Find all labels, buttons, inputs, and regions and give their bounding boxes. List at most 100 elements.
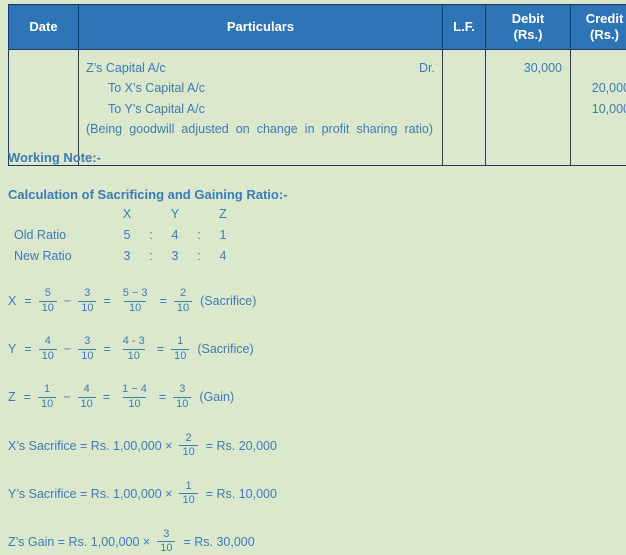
column-header-debit: Debit (Rs.): [486, 5, 571, 50]
amount-line-z-denominator: 10: [157, 541, 175, 555]
equation-z-diff-denominator: 10: [123, 397, 145, 411]
amount-line-y-lead: Y’s Sacrifice = Rs. 1,00,000 ×: [8, 487, 176, 501]
equation-x-equals: =: [20, 294, 35, 308]
equation-y-old-denominator: 10: [39, 349, 57, 363]
ratio-header-blank: [8, 204, 114, 225]
amount-line-z-gain: Z’s Gain = Rs. 1,00,000 × 3 10 = Rs. 30,…: [8, 529, 618, 555]
equation-x-old-denominator: 10: [39, 301, 57, 315]
ratio-table: X Y Z Old Ratio 5 : 4 : 1 New Ratio 3 : …: [8, 204, 236, 266]
amount-line-x-fraction: 2 10: [179, 433, 197, 459]
amount-line-x-lead: X’s Sacrifice = Rs. 1,00,000 ×: [8, 439, 176, 453]
amount-line-y-denominator: 10: [179, 493, 197, 507]
credit-account-line-2: To Y’s Capital A/c: [86, 99, 435, 119]
cell-lf-value: [443, 50, 485, 64]
cell-date-value: [9, 50, 78, 64]
ratio-row-old-colon-1: :: [140, 225, 162, 246]
ratio-header-sep-1: [140, 204, 162, 225]
equation-y-old-numerator: 4: [42, 336, 54, 349]
ratio-row-old-colon-2: :: [188, 225, 210, 246]
amount-line-y-tail: = Rs. 10,000: [201, 487, 277, 501]
equation-z-equals-3: =: [155, 390, 170, 404]
ratio-header-z: Z: [210, 204, 236, 225]
equation-x-label: (Sacrifice): [195, 294, 256, 308]
cell-credit: 20,000 10,000: [571, 50, 626, 166]
amount-line-z-numerator: 3: [160, 529, 172, 542]
equation-x-result-fraction: 2 10: [174, 288, 192, 314]
column-header-lf: L.F.: [443, 5, 486, 50]
table-header: Date Particulars L.F. Debit (Rs.) Credit…: [9, 5, 626, 50]
amount-line-z-fraction: 3 10: [157, 529, 175, 555]
equation-y-equals-3: =: [153, 342, 168, 356]
equation-z-equals: =: [20, 390, 35, 404]
equation-z: Z = 1 10 − 4 10 = 1 − 4 10 = 3 10 (Gain): [8, 384, 618, 410]
journal-table-container: Date Particulars L.F. Debit (Rs.) Credit…: [8, 4, 613, 166]
equation-y-diff-numerator: 4 - 3: [118, 336, 150, 349]
amount-line-y-numerator: 1: [183, 481, 195, 494]
ratio-row-new: New Ratio 3 : 3 : 4: [8, 246, 236, 267]
equation-x-diff-numerator: 5 − 3: [118, 288, 153, 301]
column-header-credit-unit: (Rs.): [590, 27, 619, 42]
equation-x-equals-3: =: [156, 294, 171, 308]
equation-y-result-fraction: 1 10: [171, 336, 189, 362]
equation-y-result-denominator: 10: [171, 349, 189, 363]
equation-x: X = 5 10 − 3 10 = 5 − 3 10 = 2 10 (Sacri…: [8, 288, 618, 314]
debit-amounts: 30,000: [486, 50, 570, 78]
equation-z-old-numerator: 1: [41, 384, 53, 397]
ratio-header-y: Y: [162, 204, 188, 225]
debit-amount-1: 30,000: [490, 58, 562, 78]
ratio-row-new-colon-1: :: [140, 246, 162, 267]
credit-account-line-1: To X’s Capital A/c: [86, 78, 435, 98]
ratio-row-new-z: 4: [210, 246, 236, 267]
journal-entry-table: Date Particulars L.F. Debit (Rs.) Credit…: [8, 4, 626, 166]
working-note-heading: Working Note:-: [8, 150, 618, 165]
ratio-row-old: Old Ratio 5 : 4 : 1: [8, 225, 236, 246]
equation-x-equals-2: =: [99, 294, 114, 308]
column-header-lf-label: L.F.: [453, 19, 475, 34]
ratio-header-x: X: [114, 204, 140, 225]
equation-z-new-denominator: 10: [78, 397, 96, 411]
working-note-section: Working Note:- Calculation of Sacrificin…: [8, 150, 618, 555]
cell-debit: 30,000: [486, 50, 571, 166]
credit-amount-2: 10,000: [575, 99, 626, 119]
table-header-row: Date Particulars L.F. Debit (Rs.) Credit…: [9, 5, 626, 50]
ratio-row-old-z: 1: [210, 225, 236, 246]
equation-z-old-fraction: 1 10: [38, 384, 56, 410]
column-header-credit-label: Credit: [586, 11, 624, 26]
equation-z-result-fraction: 3 10: [173, 384, 191, 410]
journal-entry-body: Z’s Capital A/c Dr. To X’s Capital A/c T…: [79, 50, 442, 165]
equation-x-minus: −: [60, 294, 75, 308]
equation-z-minus: −: [59, 390, 74, 404]
cell-lf: [443, 50, 486, 166]
cell-date: [9, 50, 79, 166]
equation-x-old-numerator: 5: [42, 288, 54, 301]
equation-y-new-denominator: 10: [78, 349, 96, 363]
column-header-particulars-label: Particulars: [227, 19, 294, 34]
spacer: [8, 165, 618, 187]
equation-z-partner: Z: [8, 390, 20, 404]
table-row: Z’s Capital A/c Dr. To X’s Capital A/c T…: [9, 50, 626, 166]
equation-x-diff-denominator: 10: [124, 301, 146, 315]
equation-z-diff-fraction: 1 − 4 10: [117, 384, 152, 410]
equation-z-new-fraction: 4 10: [78, 384, 96, 410]
equation-y-minus: −: [60, 342, 75, 356]
table-body: Z’s Capital A/c Dr. To X’s Capital A/c T…: [9, 50, 626, 166]
equation-x-new-fraction: 3 10: [78, 288, 96, 314]
amount-line-x-sacrifice: X’s Sacrifice = Rs. 1,00,000 × 2 10 = Rs…: [8, 433, 618, 459]
amount-line-x-numerator: 2: [183, 433, 195, 446]
ratio-header-row: X Y Z: [8, 204, 236, 225]
debit-account-line: Z’s Capital A/c Dr.: [86, 58, 435, 78]
equation-x-result-denominator: 10: [174, 301, 192, 315]
debit-account-name: Z’s Capital A/c: [86, 58, 166, 78]
equation-y-label: (Sacrifice): [192, 342, 253, 356]
equation-z-equals-2: =: [99, 390, 114, 404]
equation-y-result-numerator: 1: [174, 336, 186, 349]
equation-y-partner: Y: [8, 342, 20, 356]
equation-z-label: (Gain): [194, 390, 234, 404]
equation-z-old-denominator: 10: [38, 397, 56, 411]
dr-marker: Dr.: [409, 58, 435, 78]
ratio-row-new-label: New Ratio: [8, 246, 114, 267]
equation-z-diff-numerator: 1 − 4: [117, 384, 152, 397]
ratio-row-new-colon-2: :: [188, 246, 210, 267]
equation-y-old-fraction: 4 10: [39, 336, 57, 362]
ratio-row-old-x: 5: [114, 225, 140, 246]
